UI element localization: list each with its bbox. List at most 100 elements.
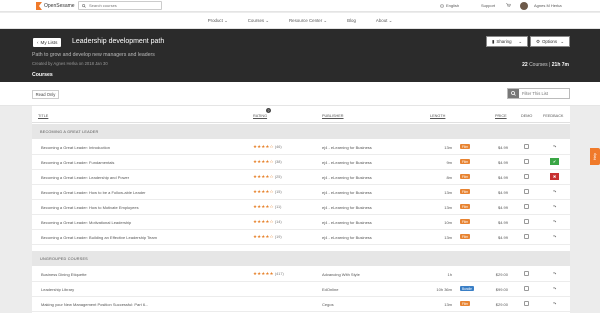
- group-header: BECOMING A GREAT LEADER: [32, 124, 570, 139]
- demo-checkbox[interactable]: [524, 189, 529, 194]
- table-row[interactable]: Leadership Library EdOnline 10h 36m Bund…: [32, 282, 570, 297]
- course-title[interactable]: Becoming a Great Leader: Leadership and …: [41, 175, 129, 180]
- publisher[interactable]: ej4 - eLearning for Business: [322, 190, 372, 195]
- star-rating: ★★★★☆ (46): [253, 144, 282, 149]
- col-rating[interactable]: RATING: [253, 114, 267, 118]
- table-row[interactable]: Becoming a Great Leader: Fundamentals ★★…: [32, 155, 570, 170]
- format-badge: Film: [460, 204, 471, 209]
- length: 13m: [444, 205, 452, 210]
- nav-resource-center[interactable]: Resource Center ⌄: [289, 18, 327, 24]
- demo-checkbox[interactable]: [524, 219, 529, 224]
- table-header: TITLE ? RATING PUBLISHER LENGTH PRICE DE…: [32, 106, 570, 123]
- course-title[interactable]: Becoming a Great Leader: Building an Eff…: [41, 235, 157, 240]
- price: $29.00: [495, 302, 508, 307]
- col-price[interactable]: PRICE: [495, 114, 507, 118]
- table-row[interactable]: Becoming a Great Leader: Leadership and …: [32, 170, 570, 185]
- rating-help-icon[interactable]: ?: [266, 108, 271, 113]
- format-badge: Bundle: [460, 286, 474, 291]
- back-to-lists-button[interactable]: ‹ My Lists: [33, 38, 62, 47]
- star-rating: ★★★★☆ (19): [253, 234, 282, 239]
- demo-checkbox[interactable]: [524, 301, 529, 306]
- cart-button[interactable]: [506, 3, 511, 7]
- user-name: Agnes M Herka: [534, 3, 562, 8]
- feedback-button[interactable]: ↷: [550, 270, 559, 277]
- price: $4.99: [497, 235, 508, 240]
- course-title[interactable]: Leadership Library: [41, 287, 74, 292]
- thumbs-down-feedback-button[interactable]: ✖: [550, 173, 559, 180]
- course-title[interactable]: Becoming a Great Leader: How to Motivate…: [41, 205, 139, 210]
- price: $4.99: [497, 160, 508, 165]
- top-bar: OpenSesame English Support Agnes M Herka: [0, 0, 600, 12]
- feedback-button[interactable]: ↷: [550, 188, 559, 195]
- publisher[interactable]: ej4 - eLearning for Business: [322, 175, 372, 180]
- publisher[interactable]: ej4 - eLearning for Business: [322, 160, 372, 165]
- group-header: UNGROUPED COURSES: [32, 251, 570, 266]
- brand-logo[interactable]: OpenSesame: [36, 2, 75, 10]
- demo-checkbox[interactable]: [524, 286, 529, 291]
- star-rating: ★★★★☆ (25): [253, 174, 282, 179]
- back-label: My Lists: [40, 40, 58, 45]
- demo-checkbox[interactable]: [524, 174, 529, 179]
- course-title[interactable]: Becoming a Great Leader: Fundamentals: [41, 160, 114, 165]
- table-row[interactable]: Becoming a Great Leader: Introduction ★★…: [32, 140, 570, 155]
- avatar[interactable]: [520, 2, 528, 10]
- feedback-button[interactable]: ↷: [550, 233, 559, 240]
- demo-checkbox[interactable]: [524, 144, 529, 149]
- publisher[interactable]: ej4 - eLearning for Business: [322, 220, 372, 225]
- table-row[interactable]: Becoming a Great Leader: How to be a Fol…: [32, 185, 570, 200]
- table-row[interactable]: Becoming a Great Leader: Motivational Le…: [32, 215, 570, 230]
- feedback-button[interactable]: ↷: [550, 285, 559, 292]
- col-publisher[interactable]: PUBLISHER: [322, 114, 344, 118]
- nav-blog[interactable]: Blog: [347, 18, 356, 23]
- demo-checkbox[interactable]: [524, 271, 529, 276]
- table-row[interactable]: Making your New Management Position Succ…: [32, 297, 570, 312]
- options-dropdown[interactable]: ⚙ Options ⌄: [530, 36, 570, 47]
- feedback-button[interactable]: ↷: [550, 300, 559, 307]
- price: $4.99: [497, 175, 508, 180]
- read-only-button[interactable]: Read Only: [32, 90, 59, 99]
- search-box[interactable]: [78, 1, 162, 10]
- demo-checkbox[interactable]: [524, 159, 529, 164]
- course-title[interactable]: Becoming a Great Leader: Introduction: [41, 145, 110, 150]
- nav-product[interactable]: Product ⌄: [208, 18, 228, 24]
- sharing-dropdown[interactable]: ▮ Sharing ⌄: [486, 36, 528, 47]
- chevron-left-icon: ‹: [37, 40, 39, 45]
- course-title[interactable]: Making your New Management Position Succ…: [41, 302, 148, 307]
- language-selector[interactable]: English: [440, 3, 459, 8]
- star-rating: ★★★★☆ (11): [253, 204, 282, 209]
- section-title: Courses: [32, 72, 53, 78]
- col-title[interactable]: TITLE: [38, 114, 48, 118]
- logo-mark-icon: [36, 2, 42, 10]
- main-nav: Product ⌄ Courses ⌄ Resource Center ⌄ Bl…: [0, 13, 600, 29]
- publisher[interactable]: Advancing With Style: [322, 272, 360, 277]
- demo-checkbox[interactable]: [524, 234, 529, 239]
- course-title[interactable]: Becoming a Great Leader: Motivational Le…: [41, 220, 131, 225]
- nav-courses[interactable]: Courses ⌄: [248, 18, 269, 24]
- help-tab[interactable]: Help: [590, 148, 600, 165]
- demo-checkbox[interactable]: [524, 204, 529, 209]
- table-row[interactable]: Becoming a Great Leader: How to Motivate…: [32, 200, 570, 215]
- publisher[interactable]: ej4 - eLearning for Business: [322, 205, 372, 210]
- user-menu[interactable]: Agnes M Herka: [534, 3, 562, 8]
- thumbs-up-feedback-button[interactable]: ✔: [550, 158, 559, 165]
- table-row[interactable]: Business Dining Etiquette ★★★★★ (417) Ad…: [32, 267, 570, 282]
- col-length[interactable]: LENGTH: [430, 114, 445, 118]
- publisher[interactable]: EdOnline: [322, 287, 338, 292]
- publisher[interactable]: Cegos: [322, 302, 334, 307]
- publisher[interactable]: ej4 - eLearning for Business: [322, 145, 372, 150]
- course-title[interactable]: Business Dining Etiquette: [41, 272, 87, 277]
- publisher[interactable]: ej4 - eLearning for Business: [322, 235, 372, 240]
- nav-about[interactable]: About ⌄: [376, 18, 392, 24]
- course-table: TITLE ? RATING PUBLISHER LENGTH PRICE DE…: [32, 106, 570, 313]
- globe-icon: [440, 3, 444, 8]
- table-row[interactable]: Becoming a Great Leader: Building an Eff…: [32, 230, 570, 245]
- support-link[interactable]: Support: [481, 3, 495, 8]
- search-input[interactable]: [89, 3, 159, 8]
- course-title[interactable]: Becoming a Great Leader: How to be a Fol…: [41, 190, 146, 195]
- feedback-button[interactable]: ↷: [550, 203, 559, 210]
- filter-input[interactable]: [519, 89, 569, 98]
- feedback-button[interactable]: ↷: [550, 218, 559, 225]
- feedback-button[interactable]: ↷: [550, 143, 559, 150]
- filter-box[interactable]: [507, 88, 570, 99]
- length: 13m: [444, 145, 452, 150]
